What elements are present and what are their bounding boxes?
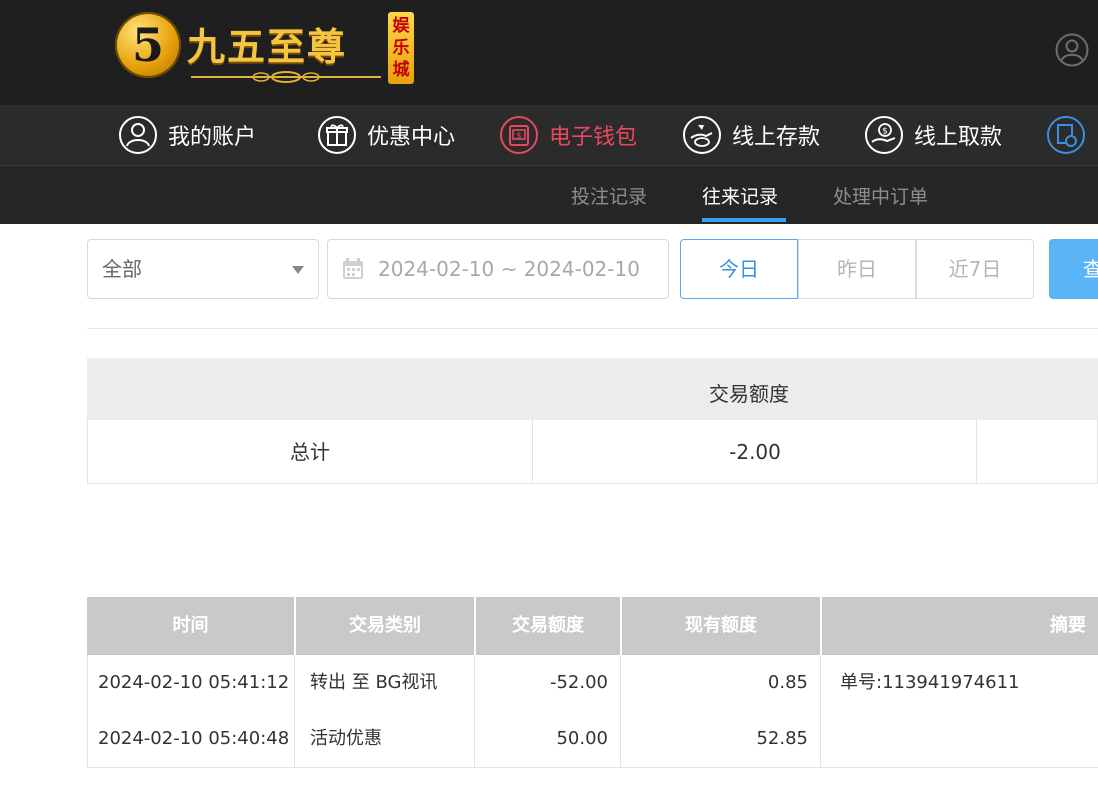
summary-row: 总计 -2.00: [87, 420, 1098, 484]
top-header: 5 九五至尊 娱乐城: [0, 0, 1098, 105]
summary-total-value: -2.00: [729, 440, 781, 464]
col-balance: 现有额度: [685, 615, 757, 636]
table-row: 2024-02-10 05:40:48 活动优惠 50.00 52.85: [87, 711, 1098, 768]
type-select-value: 全部: [102, 257, 142, 281]
column-divider: [620, 655, 621, 711]
deposit-icon: [683, 116, 721, 154]
wallet-icon: $: [500, 116, 538, 154]
summary-header-label: 交易额度: [709, 382, 789, 406]
main-nav: 我的账户 优惠中心 $ 电子钱包 线上存款 $ 线上取款: [0, 105, 1098, 166]
cell-balance: 52.85: [756, 728, 808, 749]
cell-amount: -52.00: [549, 672, 608, 693]
date-range-value: 2024-02-10 ~ 2024-02-10: [378, 257, 640, 281]
active-tab-indicator: [702, 218, 786, 222]
gift-icon: [318, 116, 356, 154]
nav-label: 线上存款: [732, 125, 821, 150]
cell-time: 2024-02-10 05:40:48: [98, 728, 290, 749]
column-divider: [820, 655, 821, 711]
nav-label: 线上取款: [914, 125, 1003, 150]
yesterday-button[interactable]: 昨日: [798, 239, 916, 299]
cell-type: 活动优惠: [310, 728, 382, 749]
nav-promotions[interactable]: 优惠中心: [317, 115, 455, 155]
nav-records[interactable]: [1046, 115, 1096, 155]
type-select[interactable]: 全部: [87, 239, 319, 299]
table-row: 2024-02-10 05:41:12 转出 至 BG视讯 -52.00 0.8…: [87, 655, 1098, 712]
user-circle-icon: [119, 116, 157, 154]
nav-online-withdraw[interactable]: $ 线上取款: [864, 115, 1002, 155]
nav-label: 优惠中心: [367, 125, 456, 150]
cell-time: 2024-02-10 05:41:12: [98, 672, 290, 693]
sub-nav: 投注记录 往来记录 处理中订单: [0, 166, 1098, 224]
cell-type: 转出 至 BG视讯: [310, 672, 438, 693]
records-icon: [1047, 116, 1085, 154]
svg-text:$: $: [516, 131, 521, 140]
table-header: 时间 交易类别 交易额度 现有额度 摘要: [87, 597, 1098, 655]
column-divider: [620, 711, 621, 767]
query-button[interactable]: 查: [1049, 239, 1098, 299]
col-amount: 交易额度: [512, 615, 584, 636]
divider: [87, 328, 1098, 329]
tab-pending-orders[interactable]: 处理中订单: [833, 182, 928, 209]
col-note: 摘要: [1050, 615, 1086, 636]
table-left-border: [87, 655, 88, 767]
cell-note: 单号:113941974611: [840, 672, 1020, 693]
nav-my-account[interactable]: 我的账户: [118, 115, 256, 155]
column-divider: [474, 655, 475, 711]
column-divider: [294, 655, 295, 711]
tab-transaction-records[interactable]: 往来记录: [702, 182, 778, 209]
today-button[interactable]: 今日: [680, 239, 798, 299]
svg-text:$: $: [882, 127, 888, 137]
nav-online-deposit[interactable]: 线上存款: [682, 115, 820, 155]
site-logo[interactable]: 5 九五至尊 娱乐城: [115, 10, 415, 90]
chevron-down-icon: [292, 266, 304, 274]
cell-balance: 0.85: [767, 672, 808, 693]
column-divider: [294, 711, 295, 767]
column-divider: [820, 711, 821, 767]
nav-label: 电子钱包: [549, 125, 638, 150]
last-7-days-button[interactable]: 近7日: [916, 239, 1034, 299]
logo-mark: 5: [115, 12, 181, 78]
col-type: 交易类别: [349, 615, 421, 636]
calendar-icon: [343, 258, 363, 279]
logo-badge: 娱乐城: [388, 12, 414, 84]
tab-bet-records[interactable]: 投注记录: [571, 182, 647, 209]
column-divider: [976, 420, 977, 484]
nav-label: 我的账户: [168, 125, 257, 150]
cell-amount: 50.00: [556, 728, 608, 749]
date-range-input[interactable]: 2024-02-10 ~ 2024-02-10: [327, 239, 669, 299]
logo-text: 九五至尊: [187, 24, 348, 69]
logo-ornament: [191, 71, 381, 83]
withdraw-icon: $: [865, 116, 903, 154]
summary-total-label: 总计: [290, 440, 330, 464]
summary-header: 交易额度: [87, 358, 1098, 420]
column-divider: [474, 711, 475, 767]
col-time: 时间: [172, 615, 209, 636]
nav-e-wallet[interactable]: $ 电子钱包: [499, 115, 637, 155]
user-account-icon[interactable]: [1055, 33, 1089, 67]
